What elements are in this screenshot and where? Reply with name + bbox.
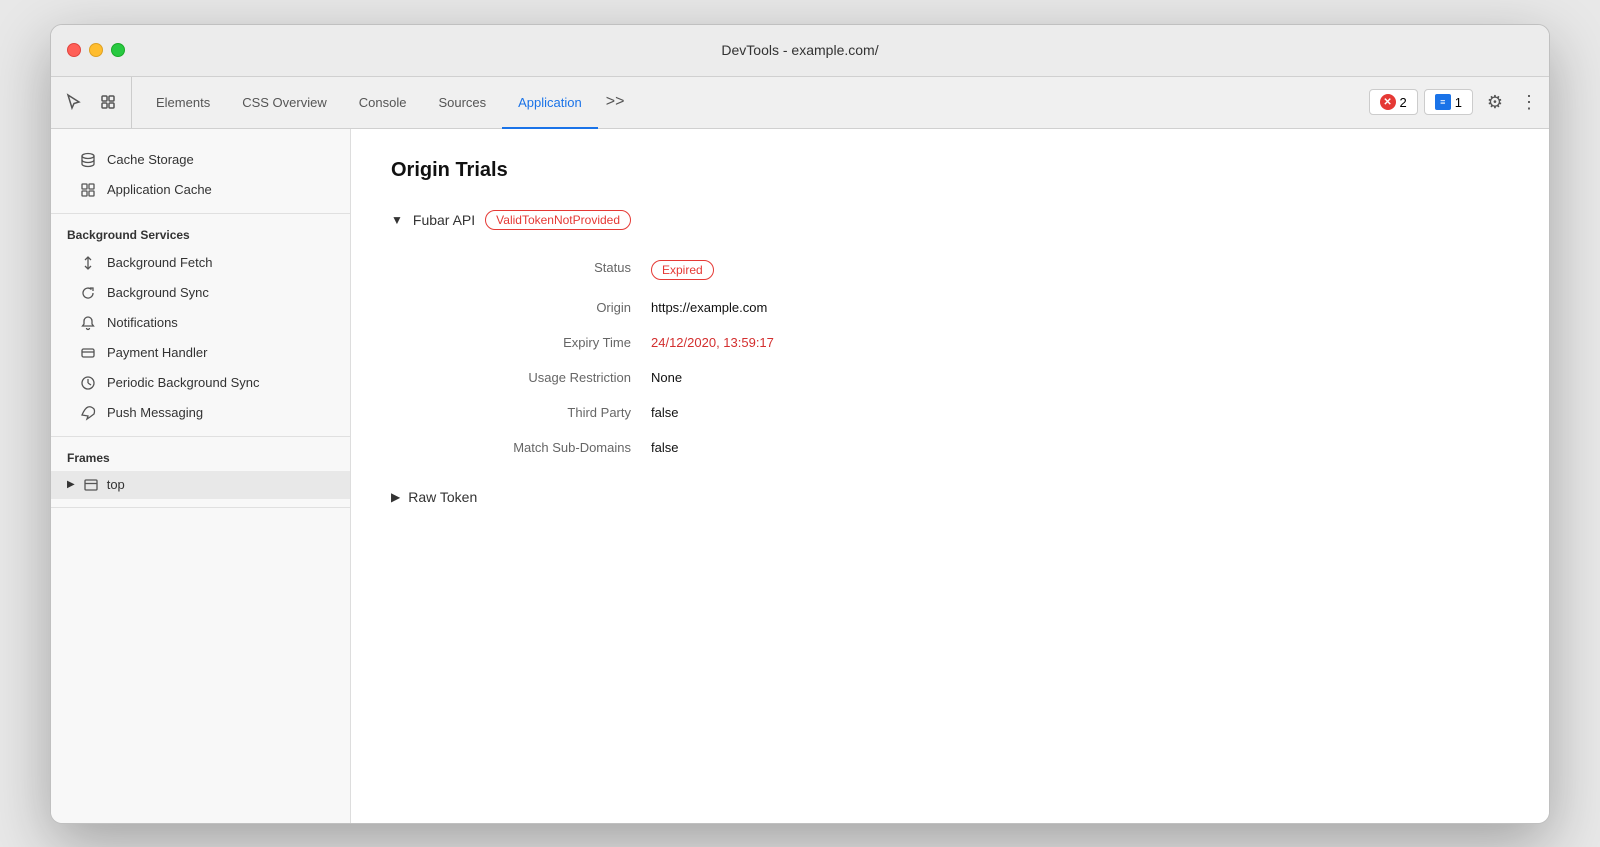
frames-section: Frames ▶ top xyxy=(51,437,350,508)
traffic-lights xyxy=(67,43,125,57)
push-messaging-icon xyxy=(79,404,97,422)
toolbar-left xyxy=(59,77,132,128)
sidebar-item-top-frame[interactable]: ▶ top xyxy=(51,471,350,499)
settings-button[interactable]: ⚙ xyxy=(1479,86,1511,118)
expired-badge: Expired xyxy=(651,260,714,280)
expiry-time-value: 24/12/2020, 13:59:17 xyxy=(651,325,1509,360)
tabbar: Elements CSS Overview Console Sources Ap… xyxy=(51,77,1549,129)
tab-console[interactable]: Console xyxy=(343,78,423,129)
sidebar-item-background-sync[interactable]: Background Sync xyxy=(51,278,350,308)
trial-expand-icon[interactable]: ▼ xyxy=(391,213,403,227)
frame-window-icon xyxy=(83,477,99,493)
notifications-icon xyxy=(79,314,97,332)
usage-restriction-value: None xyxy=(651,360,1509,395)
origin-value: https://example.com xyxy=(651,290,1509,325)
console-icon: ≡ xyxy=(1435,94,1451,110)
storage-section: Cache Storage Application Cache xyxy=(51,137,350,214)
trial-name: Fubar API xyxy=(413,212,475,228)
match-sub-domains-label: Match Sub-Domains xyxy=(431,430,651,465)
sidebar-item-push-messaging[interactable]: Push Messaging xyxy=(51,398,350,428)
match-sub-domains-value: false xyxy=(651,430,1509,465)
content-area: Origin Trials ▼ Fubar API ValidTokenNotP… xyxy=(351,129,1549,823)
main-area: Cache Storage Application Cache xyxy=(51,129,1549,823)
third-party-label: Third Party xyxy=(431,395,651,430)
sidebar-item-cache-storage[interactable]: Cache Storage xyxy=(51,145,350,175)
application-cache-icon xyxy=(79,181,97,199)
background-services-section: Background Services Background Fetch xyxy=(51,214,350,437)
tabs: Elements CSS Overview Console Sources Ap… xyxy=(140,77,1369,128)
background-fetch-icon xyxy=(79,254,97,272)
sidebar-item-payment-handler[interactable]: Payment Handler xyxy=(51,338,350,368)
background-sync-icon xyxy=(79,284,97,302)
minimize-button[interactable] xyxy=(89,43,103,57)
tabbar-right: ✕ 2 ≡ 1 ⚙ ⋮ xyxy=(1369,77,1541,128)
frames-header: Frames xyxy=(51,445,350,471)
cursor-icon[interactable] xyxy=(59,87,89,117)
more-options-button[interactable]: ⋮ xyxy=(1517,86,1541,118)
trial-status-badge: ValidTokenNotProvided xyxy=(485,210,631,230)
raw-token-arrow-icon: ▶ xyxy=(391,490,400,504)
trial-section: ▼ Fubar API ValidTokenNotProvided Status… xyxy=(391,210,1509,513)
window-title: DevTools - example.com/ xyxy=(721,42,878,58)
usage-restriction-label: Usage Restriction xyxy=(431,360,651,395)
background-services-header: Background Services xyxy=(51,222,350,248)
status-label: Status xyxy=(431,250,651,290)
origin-label: Origin xyxy=(431,290,651,325)
layers-icon[interactable] xyxy=(93,87,123,117)
expiry-time-label: Expiry Time xyxy=(431,325,651,360)
sidebar-item-periodic-background-sync[interactable]: Periodic Background Sync xyxy=(51,368,350,398)
cache-storage-icon xyxy=(79,151,97,169)
maximize-button[interactable] xyxy=(111,43,125,57)
tab-elements[interactable]: Elements xyxy=(140,78,226,129)
tab-application[interactable]: Application xyxy=(502,78,598,129)
third-party-value: false xyxy=(651,395,1509,430)
sidebar-item-background-fetch[interactable]: Background Fetch xyxy=(51,248,350,278)
sidebar-item-application-cache[interactable]: Application Cache xyxy=(51,175,350,205)
devtools-window: DevTools - example.com/ Elements xyxy=(50,24,1550,824)
more-tabs-button[interactable]: >> xyxy=(598,77,633,128)
console-badge-button[interactable]: ≡ 1 xyxy=(1424,89,1473,115)
raw-token-row[interactable]: ▶ Raw Token xyxy=(391,481,1509,513)
raw-token-label: Raw Token xyxy=(408,489,477,505)
payment-handler-icon xyxy=(79,344,97,362)
error-badge-button[interactable]: ✕ 2 xyxy=(1369,89,1418,115)
periodic-sync-icon xyxy=(79,374,97,392)
sidebar: Cache Storage Application Cache xyxy=(51,129,351,823)
tab-sources[interactable]: Sources xyxy=(422,78,502,129)
close-button[interactable] xyxy=(67,43,81,57)
error-icon: ✕ xyxy=(1380,94,1396,110)
titlebar: DevTools - example.com/ xyxy=(51,25,1549,77)
page-title: Origin Trials xyxy=(391,159,1509,182)
sidebar-item-notifications[interactable]: Notifications xyxy=(51,308,350,338)
tab-css-overview[interactable]: CSS Overview xyxy=(226,78,343,129)
trial-header: ▼ Fubar API ValidTokenNotProvided xyxy=(391,210,1509,230)
frame-arrow-icon: ▶ xyxy=(67,479,75,490)
trial-details-grid: Status Expired Origin https://example.co… xyxy=(431,250,1509,465)
status-value: Expired xyxy=(651,250,1509,290)
